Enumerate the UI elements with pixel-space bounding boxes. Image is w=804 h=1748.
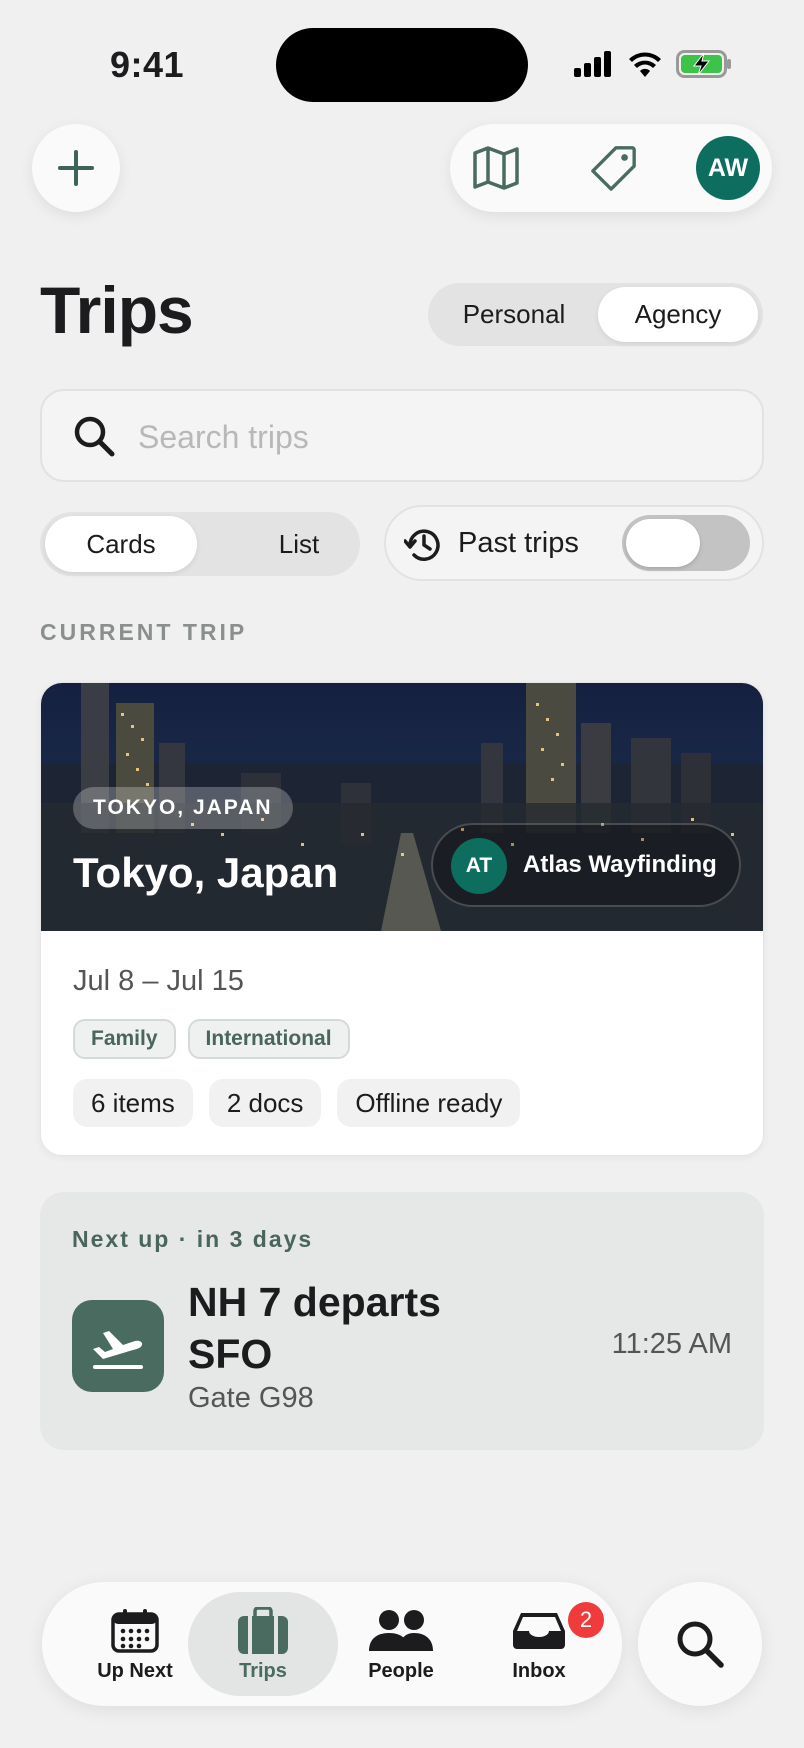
tab-label: Up Next (97, 1659, 173, 1682)
airplane-departure-icon (93, 1331, 143, 1369)
people-icon (369, 1609, 433, 1651)
tags-button[interactable] (590, 144, 638, 192)
user-avatar[interactable]: AW (696, 136, 760, 200)
dynamic-island (276, 28, 528, 102)
wifi-icon (629, 52, 661, 77)
search-placeholder: Search trips (138, 419, 309, 455)
inbox-icon (513, 1612, 565, 1649)
items-count-chip: 6 items (73, 1079, 193, 1127)
offline-status-chip: Offline ready (337, 1079, 521, 1127)
map-button[interactable] (472, 144, 520, 192)
history-icon (404, 529, 440, 561)
trip-title: Tokyo, Japan (73, 849, 339, 896)
suitcase-icon (238, 1606, 288, 1654)
view-segmented-control: Cards List (40, 512, 360, 576)
flight-icon-tile (72, 1300, 164, 1392)
plus-icon (58, 150, 94, 186)
toggle-knob (626, 519, 700, 567)
mode-agency[interactable]: Agency (598, 287, 758, 342)
tab-inbox[interactable]: Inbox 2 (464, 1592, 614, 1696)
next-up-title: NH 7 departs SFO (188, 1279, 441, 1377)
trip-tag: International (187, 1019, 350, 1059)
next-up-label: Next up · in 3 days (72, 1226, 314, 1252)
trip-tag: Family (73, 1019, 176, 1059)
past-trips-control: Past trips (384, 505, 764, 581)
view-cards[interactable]: Cards (45, 516, 197, 572)
past-trips-label: Past trips (458, 527, 579, 559)
mode-personal[interactable]: Personal (434, 287, 594, 342)
search-icon (677, 1621, 724, 1668)
page-title: Trips (40, 273, 194, 347)
next-up-time: 11:25 AM (611, 1328, 732, 1360)
calendar-icon (111, 1608, 159, 1653)
tab-trips[interactable]: Trips (188, 1592, 338, 1696)
agency-name: Atlas Wayfinding (523, 851, 717, 878)
view-list[interactable]: List (240, 516, 358, 572)
tab-bar: Up Next Trips People Inbox 2 (42, 1582, 622, 1706)
current-trip-card[interactable]: TOKYO, JAPAN Tokyo, Japan AT Atlas Wayfi… (40, 682, 764, 1156)
agency-chip[interactable]: AT Atlas Wayfinding (431, 823, 741, 907)
trip-hero-image: TOKYO, JAPAN Tokyo, Japan AT Atlas Wayfi… (41, 683, 763, 931)
tab-label: Inbox (512, 1659, 566, 1682)
agency-avatar: AT (451, 838, 507, 894)
status-time: 9:41 (110, 44, 185, 85)
docs-count-chip: 2 docs (208, 1079, 322, 1127)
battery-charging-icon (676, 50, 731, 78)
tab-label: People (368, 1659, 434, 1682)
next-up-gate: Gate G98 (188, 1382, 314, 1414)
search-button[interactable] (638, 1582, 762, 1706)
add-trip-button[interactable] (32, 124, 120, 212)
section-label-current-trip: CURRENT TRIP (40, 619, 248, 645)
search-input[interactable]: Search trips (40, 389, 764, 482)
mode-segmented-control: Personal Agency (428, 283, 763, 346)
location-badge: TOKYO, JAPAN (73, 787, 293, 829)
map-icon (473, 146, 519, 190)
next-up-card[interactable]: Next up · in 3 days NH 7 departs SFO Gat… (40, 1192, 764, 1450)
status-icons (574, 50, 732, 78)
search-icon (74, 416, 115, 457)
trip-tags: Family International (73, 1019, 350, 1059)
trip-meta: 6 items 2 docs Offline ready (73, 1079, 521, 1127)
inbox-badge: 2 (568, 1602, 604, 1638)
tab-label: Trips (239, 1659, 287, 1682)
tag-icon (591, 146, 636, 191)
signal-icon (574, 51, 611, 77)
header-actions: AW (450, 124, 772, 212)
trip-dates: Jul 8 – Jul 15 (73, 965, 244, 997)
past-trips-toggle[interactable] (622, 515, 750, 571)
tab-people[interactable]: People (326, 1592, 476, 1696)
